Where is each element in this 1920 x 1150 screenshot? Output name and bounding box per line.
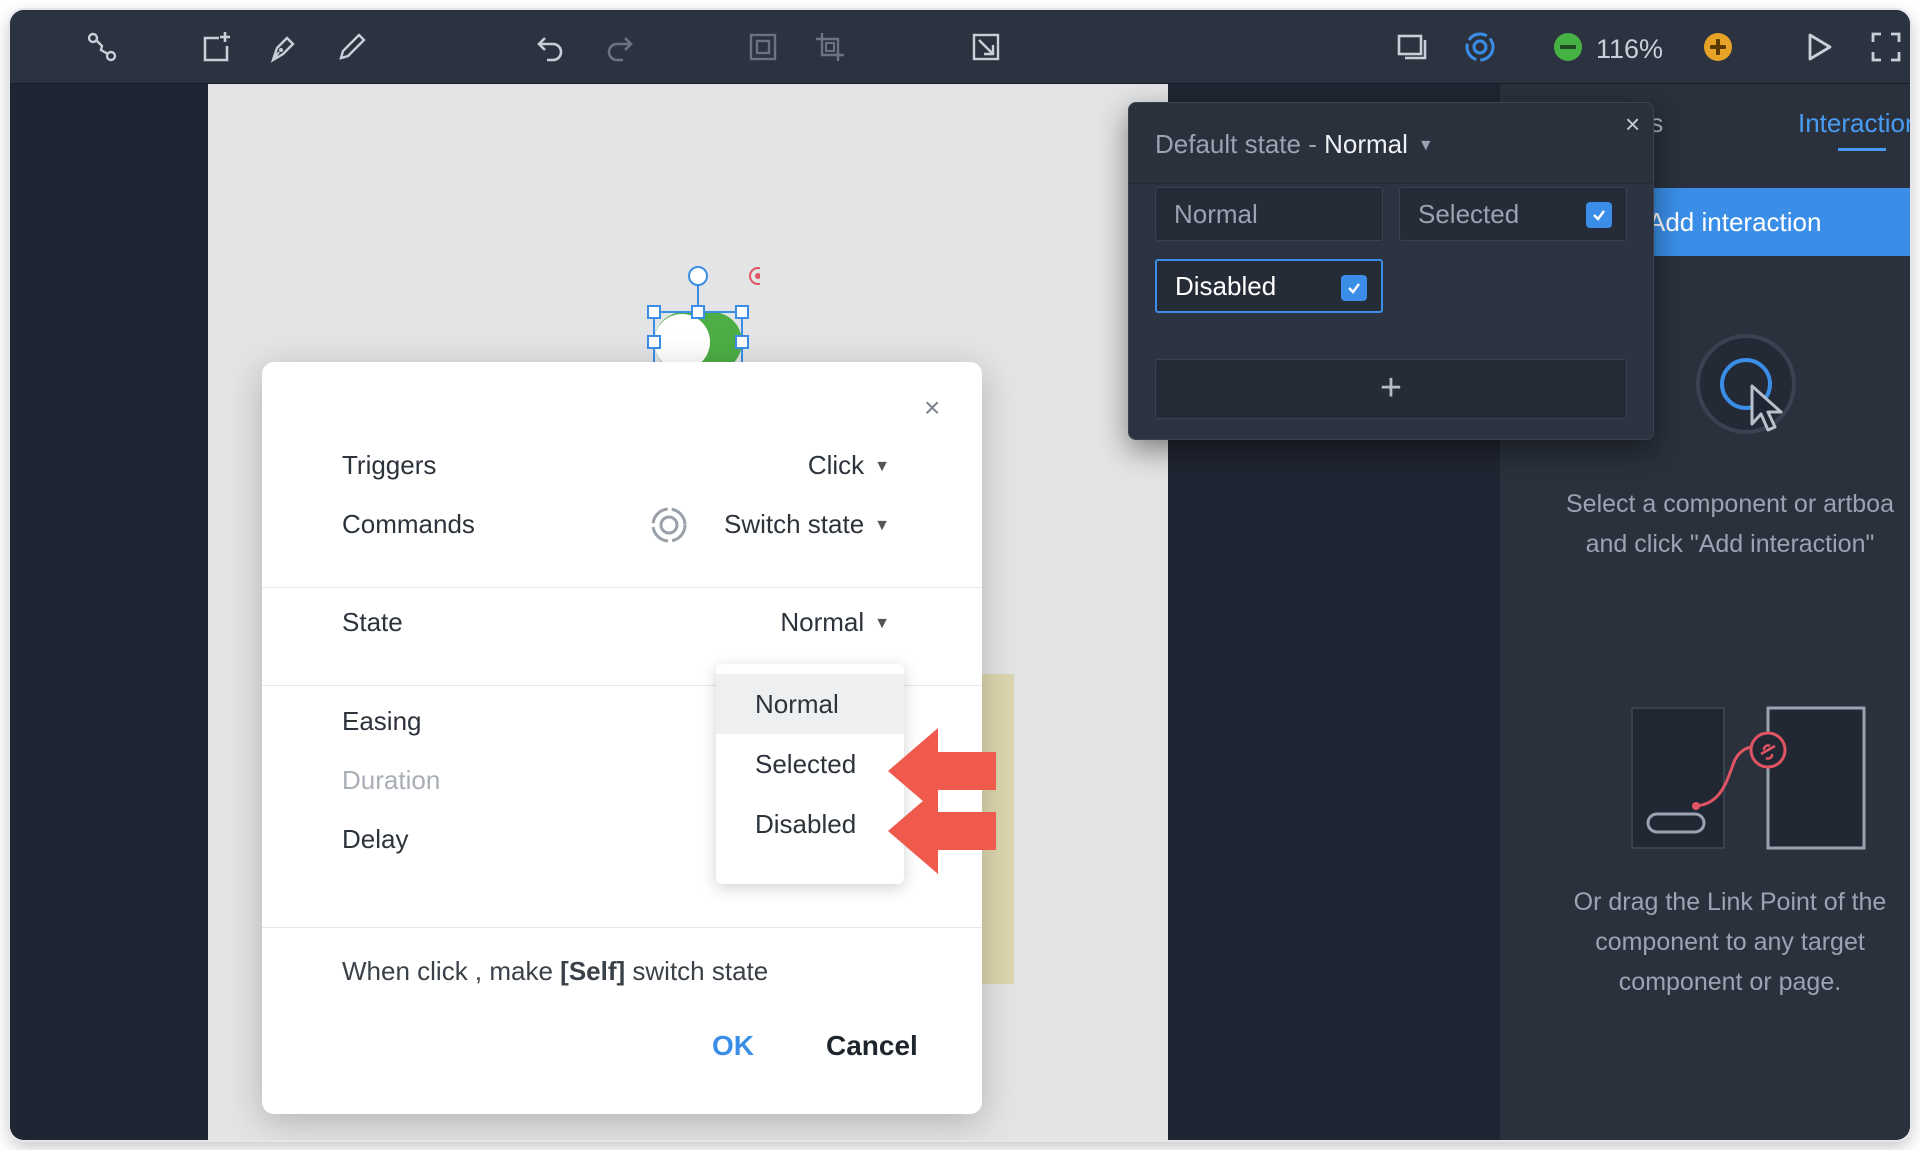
connect-icon[interactable] [82,27,122,67]
annotation-arrow-disabled [888,788,996,874]
play-icon[interactable] [1798,27,1838,67]
summary-target: [Self] [560,956,626,986]
preview-window-icon[interactable] [1392,27,1432,67]
close-icon[interactable]: × [1625,109,1640,140]
default-state-popover: Default state - Normal ▼ × Normal Selecte… [1128,102,1654,440]
plus-icon: + [1379,367,1403,409]
interaction-summary: When click , make [Self] switch state [342,956,769,986]
selected-component[interactable] [640,262,767,372]
hint2-line-1: Or drag the Link Point of the [1573,888,1887,916]
zoom-out-icon[interactable] [1548,27,1588,67]
add-page-icon[interactable] [196,27,236,67]
divider [262,587,982,588]
interaction-icon[interactable] [1460,27,1500,67]
state-select[interactable]: Normal ▼ [780,607,890,638]
chevron-down-icon: ▼ [874,458,890,476]
pencil-icon[interactable] [332,27,372,67]
hint-line-1: Select a component or artboa [1566,490,1894,518]
tab-interaction[interactable]: Interaction [1798,108,1910,139]
cancel-button[interactable]: Cancel [826,1030,918,1062]
add-state-button[interactable]: + [1155,359,1627,419]
crop-icon[interactable] [810,27,850,67]
checkbox-checked-icon[interactable] [1341,275,1367,301]
default-state-label: Default state - Normal ▼ [1155,129,1434,159]
ok-button[interactable]: OK [712,1030,754,1062]
hint-line-2: and click "Add interaction" [1585,530,1875,558]
interaction-cursor-icon [1694,332,1804,442]
commands-select[interactable]: Switch state ▼ [724,509,890,540]
link-point-illustration [1630,704,1870,854]
redo-icon[interactable] [600,27,640,67]
state-chip-disabled[interactable]: Disabled [1155,259,1383,313]
duration-label: Duration [342,765,441,795]
triggers-select[interactable]: Click ▼ [808,450,890,481]
dropdown-option-disabled[interactable]: Disabled [716,794,904,854]
commands-label: Commands [342,509,475,539]
triggers-label: Triggers [342,450,437,480]
close-icon[interactable]: × [924,392,940,424]
state-chip-label: Disabled [1175,271,1277,301]
toolbar: 116% [10,10,1910,84]
state-chip-normal[interactable]: Normal [1155,187,1383,241]
checkbox-checked-icon[interactable] [1586,202,1612,228]
app-window: 116% ies [10,10,1910,1140]
state-dropdown-menu: Normal Selected Disabled [716,664,904,884]
frame-icon[interactable] [743,27,783,67]
hint2-line-3: component or page. [1618,968,1842,996]
dropdown-option-selected[interactable]: Selected [716,734,904,794]
state-chip-selected[interactable]: Selected [1399,187,1627,241]
hint2-line-2: component to any target [1595,928,1865,956]
chevron-down-icon: ▼ [874,517,890,535]
dropdown-option-normal[interactable]: Normal [716,674,904,734]
active-tab-indicator [1838,148,1886,151]
chevron-down-icon: ▼ [1417,137,1434,155]
left-panel [10,84,208,1140]
default-state-value[interactable]: Normal [1324,129,1408,159]
switch-state-icon [650,506,688,549]
zoom-level: 116% [1596,34,1664,64]
undo-icon[interactable] [530,27,570,67]
export-icon[interactable] [966,27,1006,67]
state-chip-label: Normal [1174,199,1258,229]
state-label: State [342,607,403,637]
fullscreen-icon[interactable] [1866,27,1906,67]
easing-label: Easing [342,706,422,736]
pen-icon[interactable] [264,27,304,67]
zoom-in-icon[interactable] [1698,27,1738,67]
popover-header[interactable]: Default state - Normal ▼ [1129,103,1653,184]
add-interaction-button[interactable]: Add interaction [1630,188,1910,256]
delay-label: Delay [342,824,409,854]
divider [262,927,982,928]
state-chip-label: Selected [1418,199,1520,229]
chevron-down-icon: ▼ [874,615,890,633]
